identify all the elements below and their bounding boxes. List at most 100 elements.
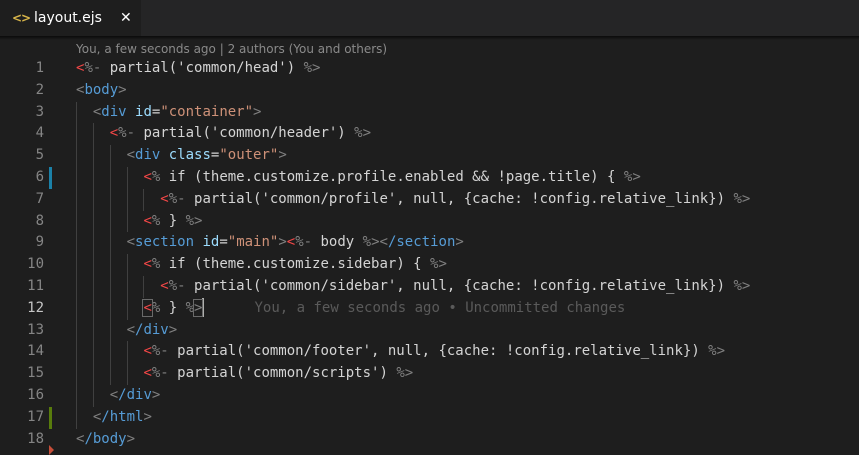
code-line[interactable]: 6 <% if (theme.customize.profile.enabled … xyxy=(0,166,859,189)
line-number: 8 xyxy=(35,212,44,229)
code-text[interactable]: </div> xyxy=(110,385,161,407)
indent-guide xyxy=(109,166,111,189)
code-line[interactable]: 7 <%- partial('common/profile', null, {ca… xyxy=(0,188,859,211)
tab-layout-ejs[interactable]: <> layout.ejs ✕ xyxy=(0,0,141,36)
indent-guide xyxy=(92,341,94,364)
indent-guide xyxy=(92,123,94,146)
code-line[interactable]: 18 </body> xyxy=(0,429,859,455)
code-text[interactable]: <%- partial('common/footer', null, {cach… xyxy=(143,341,725,363)
line-number: 12 xyxy=(27,299,44,316)
indent-guide xyxy=(109,210,111,233)
indent-guide xyxy=(92,297,94,320)
indent-guide xyxy=(76,319,77,342)
indent-guide xyxy=(109,341,111,364)
indent-guide xyxy=(109,297,111,320)
line-number: 5 xyxy=(35,147,44,164)
indent-guide xyxy=(76,210,77,233)
line-number: 3 xyxy=(35,103,44,120)
indent-guide xyxy=(109,363,111,385)
indent-guide xyxy=(76,275,77,298)
inline-blame-annotation: You, a few seconds ago • Uncommitted cha… xyxy=(254,299,626,316)
indent-guide xyxy=(109,275,111,298)
code-line[interactable]: 11 <%- partial('common/sidebar', null, {c… xyxy=(0,275,859,298)
code-line[interactable]: 14 <%- partial('common/footer', null, {ca… xyxy=(0,341,859,364)
code-text[interactable]: <%- partial('common/sidebar', null, {cac… xyxy=(160,276,750,298)
line-number: 4 xyxy=(35,125,44,142)
indent-guide xyxy=(109,188,111,211)
code-line[interactable]: 3 <div id="container"> xyxy=(0,101,859,124)
indent-guide xyxy=(126,297,128,320)
code-text[interactable]: </div> xyxy=(127,320,178,342)
indent-guide xyxy=(126,363,128,385)
code-text[interactable]: <%- partial('common/profile', null, {cac… xyxy=(160,189,750,211)
code-line[interactable]: 10 <% if (theme.customize.sidebar) { %> xyxy=(0,254,859,276)
code-text[interactable]: <%- partial('common/head') %> xyxy=(76,58,320,80)
code-text[interactable]: <div id="container"> xyxy=(93,102,262,124)
indent-guide xyxy=(76,384,77,407)
close-icon[interactable]: ✕ xyxy=(120,10,132,26)
code-text[interactable]: <% if (theme.customize.profile.enabled &… xyxy=(143,167,640,189)
indent-guide xyxy=(126,341,128,364)
line-number: 10 xyxy=(27,256,44,273)
code-editor[interactable]: 1 <%- partial('common/head') %> 2 <body> 3 <d… xyxy=(0,58,859,455)
indent-guide xyxy=(126,254,128,276)
bracket-match: > xyxy=(192,298,204,317)
code-line[interactable]: 12 <% } %> You, a few seconds ago • Uncomm… xyxy=(0,297,859,320)
bracket-match: < xyxy=(142,298,153,317)
line-number: 17 xyxy=(27,408,44,425)
deleted-line-gutter-marker[interactable] xyxy=(49,444,54,455)
indent-guide xyxy=(109,145,111,167)
line-number: 6 xyxy=(35,168,44,185)
indent-guide xyxy=(76,101,77,124)
tab-label: layout.ejs xyxy=(34,10,102,26)
indent-guide xyxy=(76,363,77,385)
indent-guide xyxy=(109,232,111,255)
code-line[interactable]: 17 </html> xyxy=(0,406,859,429)
line-number: 2 xyxy=(35,81,44,98)
indent-guide xyxy=(109,319,111,342)
line-number: 7 xyxy=(35,190,44,207)
modified-line-gutter-marker[interactable] xyxy=(49,166,52,189)
indent-guide xyxy=(76,341,77,364)
tab-bar: <> layout.ejs ✕ xyxy=(0,0,859,36)
code-line[interactable]: 15 <%- partial('common/scripts') %> xyxy=(0,363,859,385)
added-line-gutter-marker[interactable] xyxy=(49,406,52,429)
code-text[interactable]: </html> xyxy=(93,407,152,429)
code-text[interactable]: <% } %> xyxy=(143,211,202,233)
indent-guide xyxy=(92,275,94,298)
code-line[interactable]: 2 <body> xyxy=(0,80,859,102)
line-number: 15 xyxy=(27,365,44,382)
indent-guide xyxy=(76,123,77,146)
code-line[interactable]: 13 </div> xyxy=(0,319,859,342)
indent-guide xyxy=(92,188,94,211)
code-text[interactable]: <% if (theme.customize.sidebar) { %> xyxy=(143,254,446,276)
indent-guide xyxy=(92,319,94,342)
code-text[interactable]: <%- partial('common/header') %> xyxy=(110,123,371,145)
code-line[interactable]: 4 <%- partial('common/header') %> xyxy=(0,123,859,146)
indent-guide xyxy=(92,210,94,233)
indent-guide xyxy=(143,275,145,298)
line-number: 16 xyxy=(27,386,44,403)
code-line[interactable]: 5 <div class="outer"> xyxy=(0,145,859,167)
code-text[interactable]: <div class="outer"> xyxy=(127,145,287,167)
code-text[interactable]: <%- partial('common/scripts') %> xyxy=(143,363,413,385)
code-text[interactable]: <% } %> You, a few seconds ago • Uncommit… xyxy=(142,298,626,320)
code-text[interactable]: <body> xyxy=(76,80,127,102)
indent-guide xyxy=(126,188,128,211)
indent-guide xyxy=(126,210,128,233)
line-number: 14 xyxy=(27,343,44,360)
code-line[interactable]: 8 <% } %> xyxy=(0,210,859,233)
code-line[interactable]: 16 </div> xyxy=(0,384,859,407)
code-text[interactable]: <section id="main"><%- body %></section> xyxy=(127,232,464,254)
code-line[interactable]: 1 <%- partial('common/head') %> xyxy=(0,58,859,80)
indent-guide xyxy=(76,297,77,320)
line-number: 18 xyxy=(27,430,44,447)
indent-guide xyxy=(76,166,77,189)
indent-guide xyxy=(76,406,77,429)
git-blame-codelens[interactable]: You, a few seconds ago | 2 authors (You … xyxy=(76,39,387,59)
indent-guide xyxy=(76,145,77,167)
indent-guide xyxy=(143,188,145,211)
line-number: 9 xyxy=(35,234,44,251)
code-text[interactable]: </body> xyxy=(76,429,135,451)
code-line[interactable]: 9 <section id="main"><%- body %></section… xyxy=(0,232,859,255)
